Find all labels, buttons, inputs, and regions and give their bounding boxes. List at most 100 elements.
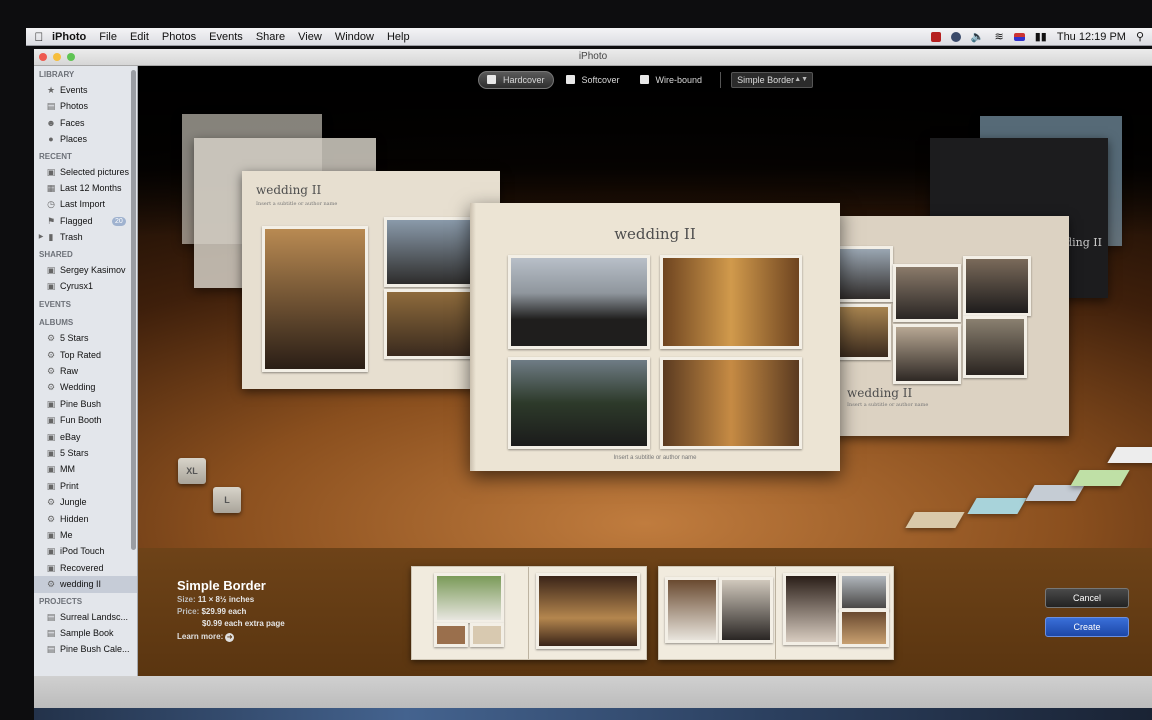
section-recent: RECENT [39, 151, 72, 161]
sidebar-item-fun-booth[interactable]: ▣ Fun Booth [34, 412, 137, 428]
book-theme-left[interactable]: wedding II Insert a subtitle or author n… [242, 171, 500, 389]
sample-photo-dance-2 [839, 573, 889, 611]
sidebar-item-hidden[interactable]: ⚙ Hidden [34, 511, 137, 527]
sidebar-item-pine-bush-calendar[interactable]: ▤ Pine Bush Cale... [34, 641, 137, 657]
sidebar-item-print[interactable]: ▣ Print [34, 478, 137, 494]
sidebar-item-surreal-landscapes[interactable]: ▤ Surreal Landsc... [34, 609, 137, 625]
theme-select-value: Simple Border [737, 75, 795, 85]
sidebar-item-5-stars[interactable]: ⚙ 5 Stars [34, 330, 137, 346]
album-icon: ▣ [46, 546, 56, 557]
smart-album-icon: ⚙ [46, 333, 56, 344]
sidebar-item-last-import[interactable]: ◷ Last Import [34, 196, 137, 212]
menu-view[interactable]: View [298, 31, 322, 43]
cancel-button[interactable]: Cancel [1045, 588, 1129, 608]
menu-window[interactable]: Window [335, 31, 374, 43]
close-window-icon[interactable] [39, 53, 47, 61]
wifi-icon[interactable]: ≋ [995, 30, 1004, 43]
sidebar-item-pine-bush[interactable]: ▣ Pine Bush [34, 396, 137, 412]
size-label: Size: [177, 595, 196, 604]
menu-share[interactable]: Share [256, 31, 285, 43]
book-theme-selected[interactable]: wedding II Insert a subtitle or author n… [470, 203, 840, 471]
sidebar-item-recovered[interactable]: ▣ Recovered [34, 560, 137, 576]
color-swatch-blue[interactable] [967, 498, 1027, 514]
sidebar-item-cyrusx1[interactable]: ▣ Cyrusx1 [34, 278, 137, 294]
softcover-button[interactable]: Softcover [558, 72, 628, 88]
sidebar-item-last-12-months[interactable]: ▦ Last 12 Months [34, 180, 137, 196]
sidebar-item-5-stars-album[interactable]: ▣ 5 Stars [34, 445, 137, 461]
theme-select[interactable]: Simple Border ▲▼ [731, 72, 814, 88]
sidebar-item-faces[interactable]: ☻ Faces [34, 115, 137, 131]
volume-icon[interactable]: 🔈 [971, 30, 985, 43]
sidebar-item-events[interactable]: ★ Events [34, 82, 137, 98]
sidebar-scrollbar[interactable] [131, 70, 136, 550]
trash-icon: ▮ [48, 232, 54, 243]
sidebar-item-wedding[interactable]: ⚙ Wedding [34, 379, 137, 395]
sidebar-item-label: Surreal Landsc... [60, 611, 129, 622]
color-swatch-tan[interactable] [905, 512, 965, 528]
section-shared: SHARED [39, 249, 73, 259]
menu-app-name[interactable]: iPhoto [52, 31, 86, 43]
minimize-window-icon[interactable] [53, 53, 61, 61]
sidebar-item-jungle[interactable]: ⚙ Jungle [34, 494, 137, 510]
sidebar-item-trash[interactable]: ▶ ▮ Trash [34, 229, 137, 245]
sidebar-item-raw[interactable]: ⚙ Raw [34, 363, 137, 379]
sidebar-item-me[interactable]: ▣ Me [34, 527, 137, 543]
sidebar-item-sergey-kasimov[interactable]: ▣ Sergey Kasimov [34, 262, 137, 278]
places-icon: ● [48, 134, 54, 145]
size-l-button[interactable]: L [213, 487, 241, 513]
sidebar-item-label: Me [60, 529, 73, 540]
sidebar-item-ebay[interactable]: ▣ eBay [34, 429, 137, 445]
sample-spread-2[interactable] [658, 566, 894, 660]
sidebar-item-ipod-touch[interactable]: ▣ iPod Touch [34, 543, 137, 559]
menu-photos[interactable]: Photos [162, 31, 196, 43]
flag-input-icon[interactable] [1013, 32, 1025, 41]
sidebar-item-wedding-ii[interactable]: ⚙ wedding II [34, 576, 137, 593]
smart-album-icon: ⚙ [46, 382, 56, 393]
app-status-icon[interactable] [950, 31, 961, 42]
sample-spread-1[interactable] [411, 566, 647, 660]
menu-help[interactable]: Help [387, 31, 410, 43]
flagged-count-badge: 20 [112, 216, 126, 226]
menu-edit[interactable]: Edit [130, 31, 149, 43]
sidebar-item-sample-book[interactable]: ▤ Sample Book [34, 625, 137, 641]
softcover-label: Softcover [581, 75, 620, 85]
record-icon[interactable] [930, 31, 941, 42]
color-swatch-gray[interactable] [1025, 485, 1085, 501]
iphoto-window: iPhoto LIBRARY ★ Events ▤ Photos ☻ Faces ● P… [34, 49, 1152, 708]
sidebar-item-photos[interactable]: ▤ Photos [34, 98, 137, 114]
sidebar-item-label: Recovered [60, 562, 104, 573]
learn-more-link[interactable]: Learn more: ➜ [177, 632, 235, 642]
photo-collage-6 [963, 316, 1027, 378]
source-list: LIBRARY ★ Events ▤ Photos ☻ Faces ● Places R… [34, 66, 138, 676]
sidebar-item-label: Places [60, 134, 88, 145]
color-swatch-green[interactable] [1070, 470, 1130, 486]
faces-icon: ☻ [46, 117, 56, 128]
menu-file[interactable]: File [99, 31, 117, 43]
zoom-window-icon[interactable] [67, 53, 75, 61]
smart-album-icon: ⚙ [46, 349, 56, 360]
menu-events[interactable]: Events [209, 31, 243, 43]
wire-bound-button[interactable]: Wire-bound [632, 72, 711, 88]
hardcover-button[interactable]: Hardcover [478, 71, 554, 89]
sidebar-item-label: Photos [60, 101, 89, 112]
create-button[interactable]: Create [1045, 617, 1129, 637]
sidebar-item-places[interactable]: ● Places [34, 131, 137, 147]
battery-icon[interactable]: ▮▮ [1035, 30, 1047, 43]
color-swatch-white[interactable] [1107, 447, 1152, 463]
clock[interactable]: Thu 12:19 PM [1057, 31, 1126, 43]
price-label: Price: [177, 607, 200, 616]
sidebar-item-selected-pictures[interactable]: ▣ Selected pictures [34, 164, 137, 180]
photo-family-altar [660, 357, 802, 449]
section-events[interactable]: EVENTS [34, 294, 137, 314]
apple-menu-icon[interactable]:  [26, 30, 52, 44]
spotlight-search-icon[interactable]: ⚲ [1136, 30, 1144, 43]
sidebar-item-mm[interactable]: ▣ MM [34, 461, 137, 477]
sidebar-item-flagged[interactable]: ⚑ Flagged 20 [34, 213, 137, 229]
book-theme-right[interactable]: wedding II Insert a subtitle or author n… [807, 216, 1069, 436]
size-xl-button[interactable]: XL [178, 458, 206, 484]
section-albums: ALBUMS [39, 318, 74, 328]
theme-extra-page: $0.99 each extra page [202, 619, 285, 628]
left-book-subtitle: Insert a subtitle or author name [256, 201, 338, 207]
disclosure-triangle-icon[interactable]: ▶ [36, 232, 46, 242]
sidebar-item-top-rated[interactable]: ⚙ Top Rated [34, 347, 137, 363]
